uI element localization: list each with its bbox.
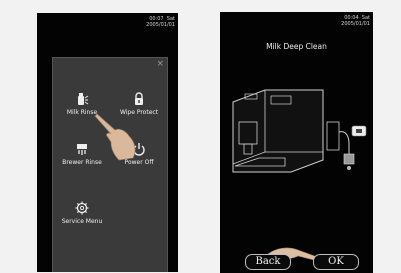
maintenance-menu: × Milk Rinse Wipe Protect Brewer Rinse P…: [52, 57, 168, 272]
status-date: 2005/01/01: [341, 21, 370, 27]
screen-title: Milk Deep Clean: [266, 42, 327, 51]
left-device-screen: 00:07 Sat 2005/01/01 × Milk Rinse Wipe P…: [37, 13, 178, 272]
service-menu-button[interactable]: Service Menu: [57, 200, 107, 225]
milk-rinse-icon: [78, 93, 89, 105]
ok-button[interactable]: OK: [313, 254, 359, 270]
pointing-hand-illustration: [94, 113, 136, 161]
gear-icon: [75, 201, 89, 215]
right-device-screen: 00:04 Sat 2005/01/01 Milk Deep Clean Bac…: [220, 12, 373, 273]
lock-icon: [135, 92, 143, 105]
status-date: 2005/01/01: [146, 22, 175, 28]
status-bar: 00:04 Sat 2005/01/01: [341, 15, 370, 27]
brewer-rinse-icon: [77, 144, 87, 155]
back-button[interactable]: Back: [245, 254, 291, 270]
close-icon[interactable]: ×: [156, 60, 164, 69]
coffee-machine-illustration: [232, 89, 367, 173]
menu-item-label: Service Menu: [61, 218, 103, 225]
status-bar: 00:07 Sat 2005/01/01: [146, 16, 175, 28]
